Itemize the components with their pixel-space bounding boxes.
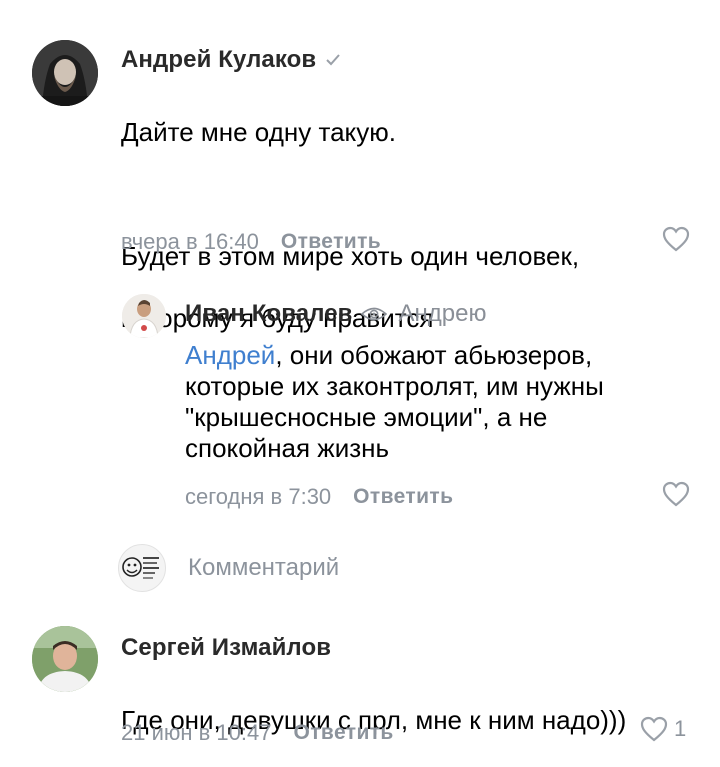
reply-to-user[interactable]: Андрею (399, 300, 487, 328)
avatar-ivan-kovalev[interactable] (122, 294, 166, 338)
comment-input-placeholder[interactable]: Комментарий (188, 554, 339, 582)
meme-face-avatar-icon (118, 544, 166, 592)
comment-date: сегодня в 7:30 (185, 484, 332, 509)
comment-date: 21 июн в 10:47 (121, 720, 272, 745)
comment-text: Андрей, они обожают абьюзеров, которые и… (185, 340, 705, 464)
verified-icon (324, 51, 342, 69)
author-name[interactable]: Иван Ковалев (185, 300, 353, 328)
comment-date: вчера в 16:40 (121, 229, 259, 254)
comment-ivan-reply: Иван Ковалев Андрею Андрей, они обожают … (0, 280, 720, 520)
bearded-man-icon (32, 40, 98, 106)
like-button[interactable] (662, 226, 690, 252)
avatar-sergey-izmaylov[interactable] (32, 626, 98, 692)
heart-icon (662, 481, 690, 507)
author-name[interactable]: Сергей Измайлов (121, 634, 331, 662)
heart-icon (640, 716, 668, 742)
comment-composer[interactable]: Комментарий (118, 544, 339, 592)
reply-button[interactable]: Ответить (281, 230, 381, 254)
man-in-white-shirt-icon (122, 294, 166, 338)
reply-button[interactable]: Ответить (353, 485, 453, 509)
like-button[interactable]: 1 (640, 716, 686, 742)
like-button[interactable] (662, 481, 690, 507)
author-name[interactable]: Андрей Кулаков (121, 46, 316, 74)
comment-sergey: Сергей Измайлов Где они, девушки с прл, … (0, 610, 720, 767)
mention-link[interactable]: Андрей (185, 340, 275, 370)
comment-andrey: Андрей Кулаков Дайте мне одну такую. Буд… (0, 0, 720, 333)
comment-line: Дайте мне одну такую. (121, 117, 396, 147)
man-portrait-icon (32, 626, 98, 692)
avatar-andrey-kulakov[interactable] (32, 40, 98, 106)
reply-button[interactable]: Ответить (294, 721, 394, 745)
heart-icon (662, 226, 690, 252)
eye-icon (360, 306, 387, 322)
like-count: 1 (674, 716, 687, 741)
